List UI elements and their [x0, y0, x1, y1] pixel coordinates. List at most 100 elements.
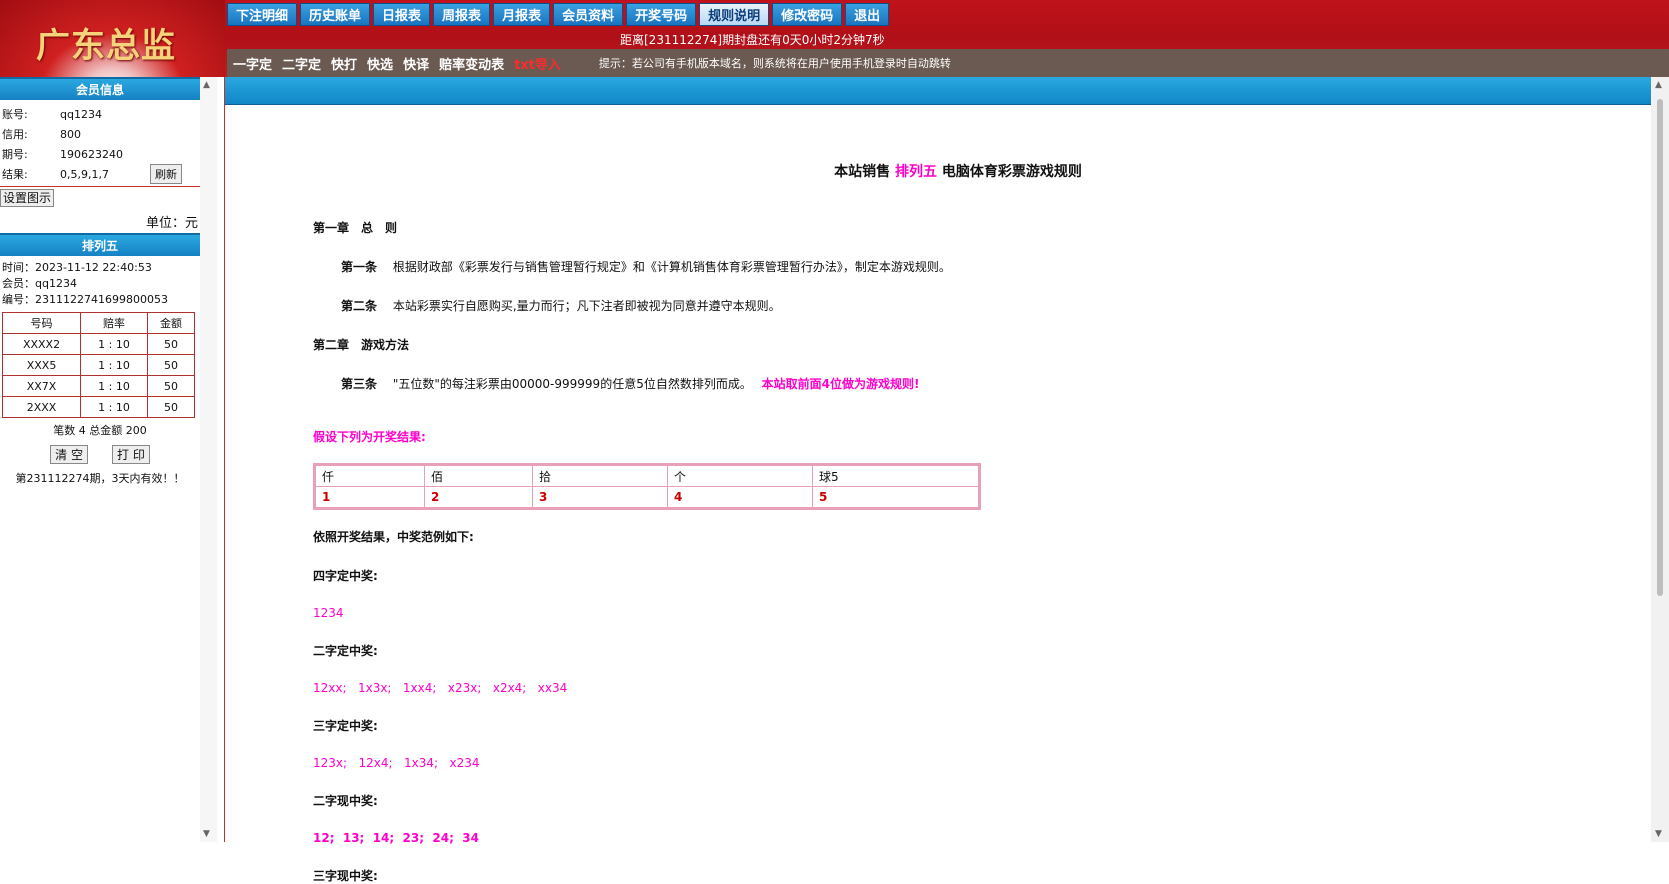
examples-intro: 依照开奖结果，中奖范例如下: — [313, 530, 474, 544]
article-2-label: 第二条 — [341, 299, 378, 313]
scroll-up-arrow-icon[interactable]: ▲ — [203, 80, 210, 90]
member-row-credit: 信用: 800 — [0, 124, 200, 144]
nav-history-bills[interactable]: 历史账单 — [300, 3, 371, 26]
three-digit-value: 123x; 12x4; 1x34; x234 — [313, 756, 480, 770]
result-value-cell: 3 — [532, 486, 668, 509]
table-row: XXXX2 1 : 10 50 — [1, 333, 196, 355]
two-digit-value: 12xx; 1x3x; 1xx4; x23x; x2x4; xx34 — [313, 681, 568, 695]
member-row-result: 结果: 0,5,9,1,7 刷新 — [0, 164, 200, 184]
sidebar: 会员信息 账号: qq1234 信用: 800 期号: 190623240 结果… — [0, 77, 200, 842]
member-info-header: 会员信息 — [0, 77, 200, 100]
info-value: 190623240 — [60, 147, 123, 161]
article-3: 第三条 "五位数"的每注彩票由00000-999999的任意5位自然数排列而成。… — [313, 375, 1513, 392]
article-3-label: 第三条 — [341, 377, 378, 391]
title-prefix: 本站销售 — [834, 164, 891, 180]
countdown-text: 距离[231112274]期封盘还有0天0小时2分钟7秒 — [620, 33, 885, 47]
info-value: qq1234 — [60, 107, 102, 121]
result-value-cell: 1 — [314, 486, 425, 509]
sub-bar: 一字定 二字定 快打 快选 快译 赔率变动表 txt导入 提示：若公司有手机版本… — [227, 49, 1669, 77]
table-header-row: 号码 赔率 金额 — [1, 312, 196, 334]
cell-amount: 50 — [146, 354, 196, 376]
scroll-up-arrow-icon[interactable]: ▲ — [1655, 80, 1662, 90]
main-nav: 下注明细 历史账单 日报表 周报表 月报表 会员资料 开奖号码 规则说明 修改密… — [227, 3, 890, 27]
nav-daily-report[interactable]: 日报表 — [373, 3, 431, 26]
title-suffix: 电脑体育彩票游戏规则 — [941, 164, 1082, 180]
four-digit-title: 四字定中奖: — [313, 569, 378, 583]
cell-amount: 50 — [146, 396, 196, 418]
clear-button[interactable]: 清 空 — [50, 445, 88, 464]
col-odds: 赔率 — [80, 312, 148, 334]
result-header-cell: 佰 — [424, 464, 533, 487]
info-value: 800 — [60, 127, 81, 141]
refresh-button[interactable]: 刷新 — [150, 164, 182, 184]
table-row: 2XXX 1 : 10 50 — [1, 396, 196, 418]
result-value-cell: 4 — [667, 486, 813, 509]
scroll-down-arrow-icon[interactable]: ▼ — [203, 829, 210, 839]
settings-button[interactable]: 设置图示 — [0, 189, 55, 207]
nav-bet-details[interactable]: 下注明细 — [227, 3, 298, 26]
bet-summary: 笔数 4 总金额 200 — [53, 424, 147, 437]
nav-logout[interactable]: 退出 — [845, 3, 890, 26]
info-value: 0,5,9,1,7 — [60, 167, 109, 181]
sub-link-two-digit[interactable]: 二字定 — [282, 54, 321, 73]
sub-link-odds-table[interactable]: 赔率变动表 — [439, 54, 504, 73]
result-header-cell: 个 — [667, 464, 813, 487]
cell-amount: 50 — [146, 375, 196, 397]
valid-note: 第231112274期，3天内有效！！ — [15, 472, 185, 485]
result-header-row: 仟 佰 拾 个 球5 — [314, 464, 980, 487]
unit-label: 单位：元 — [145, 216, 198, 231]
nav-draw-numbers[interactable]: 开奖号码 — [626, 3, 697, 26]
article-1-text: 根据财政部《彩票发行与销售管理暂行规定》和《计算机销售体育彩票管理暂行办法》，制… — [392, 260, 951, 274]
logo-text: 广东总监 — [36, 26, 176, 66]
nav-change-password[interactable]: 修改密码 — [772, 3, 843, 26]
nav-monthly-report[interactable]: 月报表 — [493, 3, 551, 26]
bet-header: 排列五 — [0, 233, 200, 256]
print-button[interactable]: 打 印 — [112, 445, 150, 464]
cell-number: XXXX2 — [1, 333, 82, 355]
sidebar-scrollbar[interactable]: ▲ ▼ — [200, 77, 217, 842]
tip-text: 提示：若公司有手机版本域名，则系统将在用户使用手机登录时自动跳转 — [598, 57, 951, 70]
info-label: 期号: — [2, 148, 28, 161]
sub-link-one-digit[interactable]: 一字定 — [233, 54, 272, 73]
table-row: XXX5 1 : 10 50 — [1, 354, 196, 376]
scroll-down-arrow-icon[interactable]: ▼ — [1655, 829, 1662, 839]
rules-document: 本站销售 排列五 电脑体育彩票游戏规则 第一章 总 则 第一条 根据财政部《彩票… — [313, 117, 1513, 884]
two-show-title: 二字现中奖: — [313, 794, 378, 808]
article-3-text: "五位数"的每注彩票由00000-999999的任意5位自然数排列而成。 — [392, 377, 752, 391]
result-header-cell: 拾 — [532, 464, 668, 487]
sub-link-quick-select[interactable]: 快选 — [367, 54, 393, 73]
result-table: 仟 佰 拾 个 球5 1 2 3 4 5 — [313, 463, 981, 510]
scroll-thumb[interactable] — [1657, 99, 1663, 596]
col-number: 号码 — [1, 312, 82, 334]
info-label: 账号: — [2, 108, 28, 121]
result-value-row: 1 2 3 4 5 — [314, 486, 980, 509]
nav-member-info[interactable]: 会员资料 — [553, 3, 624, 26]
nav-weekly-report[interactable]: 周报表 — [433, 3, 491, 26]
three-show-title: 三字现中奖: — [313, 869, 378, 883]
logo: 广东总监 — [0, 0, 225, 77]
content-top-bar — [225, 77, 1651, 105]
article-2: 第二条 本站彩票实行自愿购买,量力而行；凡下注者即被视为同意并遵守本规则。 — [313, 297, 1513, 314]
content-scrollbar[interactable]: ▲ ▼ — [1651, 77, 1669, 842]
table-row: XX7X 1 : 10 50 — [1, 375, 196, 397]
article-3-highlight: 本站取前面4位做为游戏规则! — [761, 377, 920, 391]
result-header-cell: 仟 — [314, 464, 425, 487]
cell-number: XXX5 — [1, 354, 82, 376]
content-area: 本站销售 排列五 电脑体育彩票游戏规则 第一章 总 则 第一条 根据财政部《彩票… — [224, 77, 1651, 883]
cell-odds: 1 : 10 — [80, 333, 148, 355]
cell-odds: 1 : 10 — [80, 375, 148, 397]
nav-rules[interactable]: 规则说明 — [699, 3, 770, 26]
sub-link-quick-bet[interactable]: 快打 — [331, 54, 357, 73]
bet-table: 号码 赔率 金额 XXXX2 1 : 10 50 XXX5 1 : 10 50 … — [1, 312, 196, 418]
cell-odds: 1 : 10 — [80, 354, 148, 376]
cell-number: XX7X — [1, 375, 82, 397]
sub-link-txt-import[interactable]: txt导入 — [514, 54, 561, 73]
result-value-cell: 2 — [424, 486, 533, 509]
chapter-2: 第二章 游戏方法 — [313, 338, 410, 352]
article-1-label: 第一条 — [341, 260, 378, 274]
rules-title: 本站销售 排列五 电脑体育彩票游戏规则 — [403, 161, 1513, 181]
info-label: 结果: — [2, 168, 28, 181]
two-show-value: 12; 13; 14; 23; 24; 34 — [313, 831, 479, 845]
sub-link-quick-translate[interactable]: 快译 — [403, 54, 429, 73]
article-1: 第一条 根据财政部《彩票发行与销售管理暂行规定》和《计算机销售体育彩票管理暂行办… — [313, 258, 1513, 275]
